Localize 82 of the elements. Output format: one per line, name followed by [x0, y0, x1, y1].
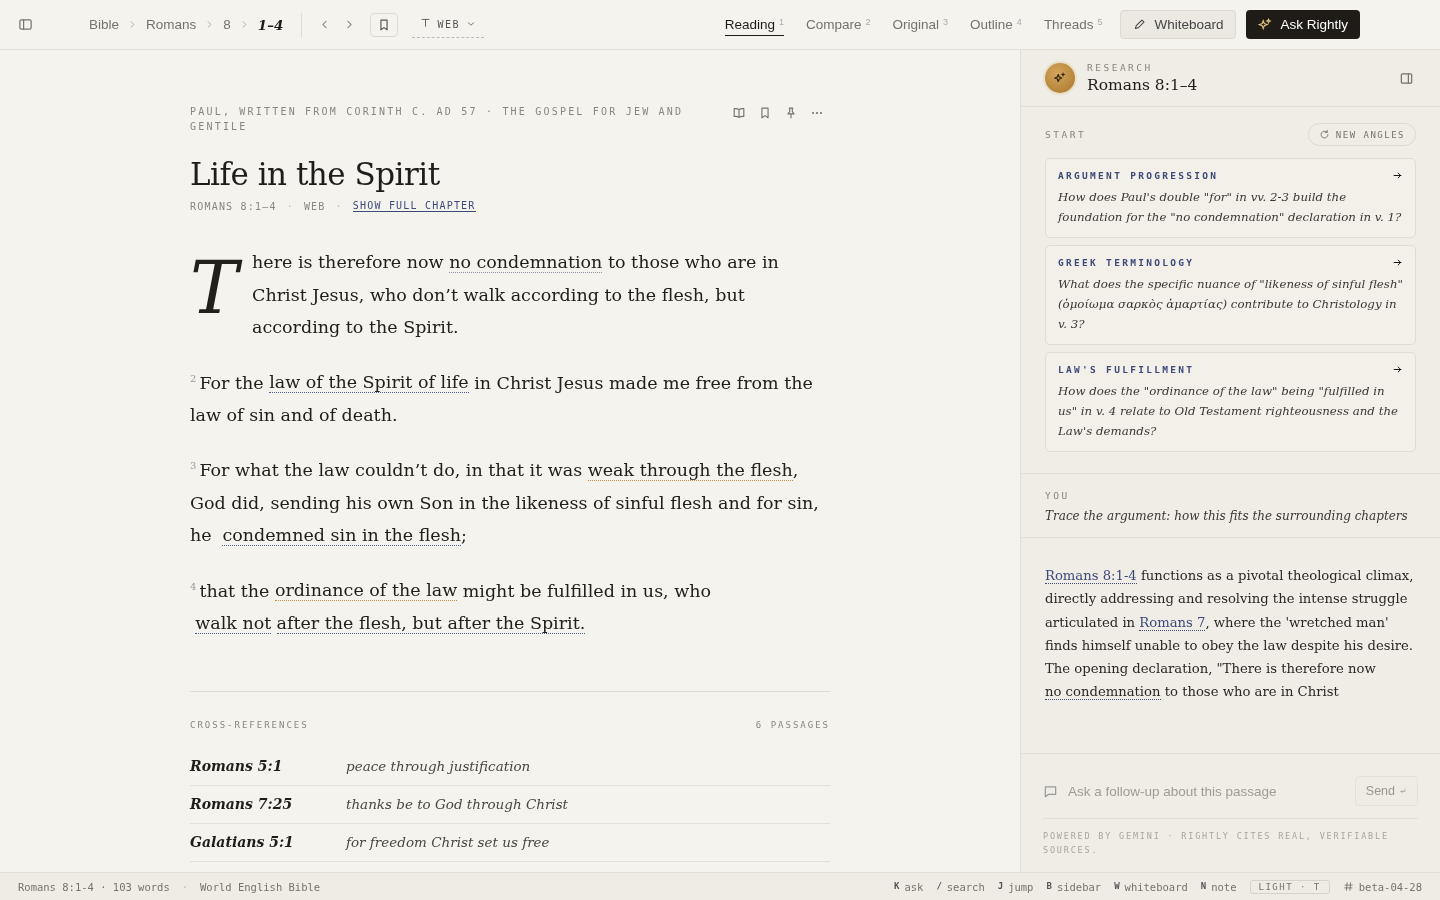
sidebar-icon: [18, 17, 33, 32]
keyboard-shortcut: W whiteboard: [1114, 881, 1188, 893]
sparkle-icon: [1258, 17, 1273, 32]
show-chapter-link[interactable]: SHOW FULL CHAPTER: [352, 200, 476, 212]
cross-reference-link[interactable]: Romans 5:1: [190, 758, 346, 775]
view-tab[interactable]: Threads $^{5}$: [1043, 13, 1103, 36]
ask-button[interactable]: Ask Rightly: [1246, 10, 1360, 39]
keyboard-shortcut: J jump: [997, 881, 1034, 893]
passage-title: Life in the Spirit: [190, 156, 441, 192]
answer-text: Romans 8:1-4 functions as a pivotal theological climax, directly addressing and resolving the intense struggle articulated in Romans 7, where the 'wretched man' finds himself unable to obey the law despite his desire. The opening declaration, "There is therefore now no condemnation to those who are in Christ: [1045, 567, 1415, 703]
verse-text: $^{4}$ that the ordinance of the law might be fulfilled in us, who walk not after the flesh, but after the Spirit.: [190, 579, 713, 636]
sparkle-icon: [1053, 71, 1067, 85]
verse-text: $^{2}$ For the law of the Spirit of life in Christ Jesus made me free from the law of sin and of death.: [190, 371, 814, 427]
follow-up-field[interactable]: Ask a follow-up about this passage: [1043, 782, 1347, 800]
annotated-phrase[interactable]: walk not: [195, 613, 272, 634]
annotated-phrase[interactable]: no condemnation: [1045, 684, 1161, 701]
annotated-phrase[interactable]: ordinance of the law: [274, 580, 458, 602]
view-tab[interactable]: Outline $^{4}$: [970, 13, 1022, 36]
section-label: START: [1045, 129, 1087, 140]
powered-by-note: POWERED BY GEMINI · RIGHTLY CITES REAL, VERIFIABLE SOURCES.: [1043, 830, 1390, 857]
breadcrumb-item[interactable]: Bible: [89, 17, 120, 32]
prompt-card[interactable]: ARGUMENT PROGRESSION How does Paul's double "for" in vv. 2-3 build the foundation for the "no condemnation" declaration in v. 1?: [1045, 158, 1416, 238]
passage-count: 6 PASSAGES: [755, 720, 830, 731]
cross-reference-summary: thanks be to God through Christ: [346, 796, 569, 813]
hash-icon: [1342, 881, 1354, 892]
annotated-phrase[interactable]: condemned sin in the flesh: [222, 525, 461, 547]
chevron-down-icon: [465, 19, 476, 29]
whiteboard-button[interactable]: Whiteboard: [1120, 10, 1237, 39]
passage-reference: ROMANS 8:1–4: [190, 200, 277, 212]
view-tab[interactable]: Compare $^{2}$: [806, 13, 871, 36]
refresh-icon: [1318, 129, 1330, 140]
drop-cap: T: [190, 250, 247, 326]
keyboard-shortcut: / search: [936, 881, 985, 893]
annotated-phrase[interactable]: law of the Spirit of life: [269, 372, 469, 394]
cross-reference-link[interactable]: Romans 7:25: [190, 796, 346, 813]
panel-icon: [1399, 70, 1414, 86]
build-version: beta-04-28: [1358, 881, 1422, 893]
separator-dot: ·: [335, 200, 343, 212]
keyboard-shortcut: N note: [1200, 881, 1237, 893]
status-passage-info: Romans 8:1-4 · 103 words: [18, 881, 170, 893]
view-tab[interactable]: Original $^{3}$: [892, 13, 949, 36]
panel-label: RESEARCH: [1087, 62, 1154, 73]
bookmark-button[interactable]: [370, 12, 399, 37]
chat-icon: [1043, 783, 1058, 799]
pin-icon: [784, 106, 798, 120]
version-label: WEB: [303, 200, 326, 212]
prompt-card[interactable]: LAW'S FULFILLMENT How does the "ordinance of the law" being "fulfilled in us" in v. 4 relate to Old Testament righteousness and the Law's demands?: [1045, 352, 1416, 452]
arrow-right-icon: [1392, 257, 1403, 268]
separator-dot: ·: [286, 200, 294, 212]
annotated-phrase[interactable]: after the flesh, but after the Spirit.: [276, 613, 586, 634]
return-icon: [1399, 787, 1407, 795]
arrow-right-icon: [1392, 364, 1403, 375]
user-message: Trace the argument: how this fits the surrounding chapters: [1045, 509, 1409, 523]
view-tab[interactable]: Reading $^{1}$: [724, 13, 784, 36]
breadcrumb-item[interactable]: Romans: [146, 17, 197, 32]
cross-reference-summary: for freedom Christ set us free: [346, 834, 550, 851]
separator-dot: ·: [181, 881, 189, 893]
panel-title: Romans 8:1–4: [1087, 76, 1199, 94]
cross-reference-summary: peace through justification: [346, 758, 531, 775]
cross-reference-link[interactable]: Galatians 5:1: [190, 834, 346, 851]
breadcrumb-item[interactable]: 1–4: [257, 16, 284, 33]
section-heading: CROSS-REFERENCES: [190, 720, 309, 731]
keyboard-shortcut: B sidebar: [1046, 881, 1102, 893]
arrow-right-icon: [1392, 170, 1403, 181]
translation-dropdown[interactable]: WEB: [412, 11, 484, 38]
pencil-icon: [1133, 18, 1147, 31]
message-author: YOU: [1045, 490, 1071, 501]
book-icon: [732, 106, 746, 120]
scripture-link[interactable]: Romans 8:1-4: [1045, 568, 1137, 584]
keyboard-shortcut: K ask: [894, 881, 924, 893]
text-icon: [420, 17, 432, 28]
theme-toggle[interactable]: LIGHT · T: [1249, 880, 1330, 894]
prompt-card[interactable]: GREEK TERMINOLOGY What does the specific nuance of "likeness of sinful flesh" (ὁμοίωμα σαρκὸς ἁμαρτίας) contribute to Christology in v. 3?: [1045, 245, 1416, 345]
passage-context: PAUL, WRITTEN FROM CORINTH C. AD 57 · THE GOSPEL FOR JEW AND GENTILE: [190, 105, 685, 134]
verse-text: here is therefore now no condemnation to those who are in Christ Jesus, who don’t walk according to the flesh, but according to the Spirit.: [252, 251, 780, 339]
scripture-link[interactable]: Romans 7: [1139, 614, 1206, 631]
verse-text: $^{3}$ For what the law couldn’t do, in that it was weak through the flesh, God did, sending his own Son in the likeness of sinful flesh and for sin, he condemned sin in the flesh;: [190, 459, 820, 549]
breadcrumb-item[interactable]: 8: [223, 17, 231, 32]
bookmark-icon: [758, 106, 772, 120]
status-translation: World English Bible: [200, 881, 321, 893]
annotated-phrase[interactable]: weak through the flesh: [587, 460, 793, 482]
annotated-phrase[interactable]: no condemnation: [449, 252, 603, 273]
